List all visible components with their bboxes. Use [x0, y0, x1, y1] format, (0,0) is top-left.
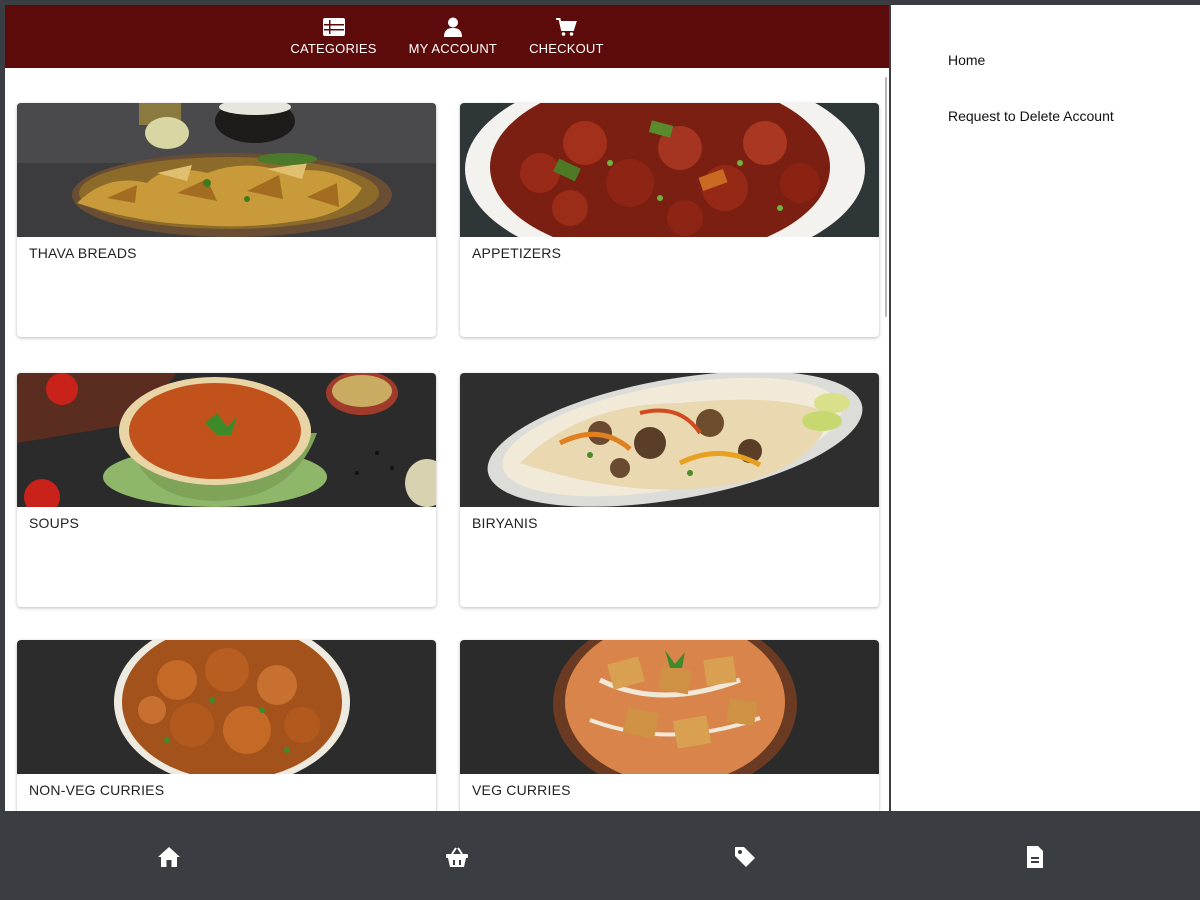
nav-categories-label: CATEGORIES	[290, 41, 377, 56]
non-veg-curries-image	[17, 640, 436, 774]
nav-checkout-label: CHECKOUT	[529, 41, 604, 56]
tag-icon	[735, 847, 755, 867]
drawer-item-request-delete-account[interactable]: Request to Delete Account	[948, 108, 1114, 124]
nav-categories-button[interactable]: CATEGORIES	[274, 17, 392, 68]
bottom-home-button[interactable]	[156, 844, 182, 870]
category-card-biryanis[interactable]: BIRYANIS	[460, 373, 879, 607]
bottom-navigation-bar	[5, 812, 1200, 900]
list-icon	[322, 18, 345, 36]
main-content: CATEGORIES MY ACCOUNT CHECKOUT THAVA BRE…	[5, 5, 889, 811]
nav-checkout-button[interactable]: CHECKOUT	[513, 17, 620, 68]
bottom-basket-button[interactable]	[444, 844, 470, 870]
nav-my-account-button[interactable]: MY ACCOUNT	[393, 17, 513, 68]
side-drawer: Home Request to Delete Account	[891, 5, 1200, 811]
category-title: THAVA BREADS	[29, 245, 137, 261]
user-icon	[443, 17, 462, 37]
document-icon	[1027, 846, 1043, 868]
category-title: NON-VEG CURRIES	[29, 782, 165, 798]
thava-breads-image	[17, 103, 436, 237]
soups-image	[17, 373, 436, 507]
basket-icon	[446, 847, 468, 867]
home-icon	[158, 847, 180, 867]
cart-icon	[556, 18, 578, 36]
biryanis-image	[460, 373, 879, 507]
drawer-item-home[interactable]: Home	[948, 52, 985, 68]
category-title: SOUPS	[29, 515, 80, 531]
scrollbar[interactable]	[885, 77, 887, 317]
top-navigation-bar: CATEGORIES MY ACCOUNT CHECKOUT	[5, 5, 889, 68]
category-card-appetizers[interactable]: APPETIZERS	[460, 103, 879, 337]
veg-curries-image	[460, 640, 879, 774]
app-frame: CATEGORIES MY ACCOUNT CHECKOUT THAVA BRE…	[0, 0, 1200, 900]
category-card-soups[interactable]: SOUPS	[17, 373, 436, 607]
category-card-thava-breads[interactable]: THAVA BREADS	[17, 103, 436, 337]
category-title: APPETIZERS	[472, 245, 562, 261]
category-card-veg-curries[interactable]: VEG CURRIES	[460, 640, 879, 811]
bottom-offers-button[interactable]	[732, 844, 758, 870]
bottom-orders-button[interactable]	[1022, 844, 1048, 870]
category-title: VEG CURRIES	[472, 782, 571, 798]
appetizers-image	[460, 103, 879, 237]
category-title: BIRYANIS	[472, 515, 538, 531]
category-card-non-veg-curries[interactable]: NON-VEG CURRIES	[17, 640, 436, 811]
nav-my-account-label: MY ACCOUNT	[408, 41, 498, 56]
